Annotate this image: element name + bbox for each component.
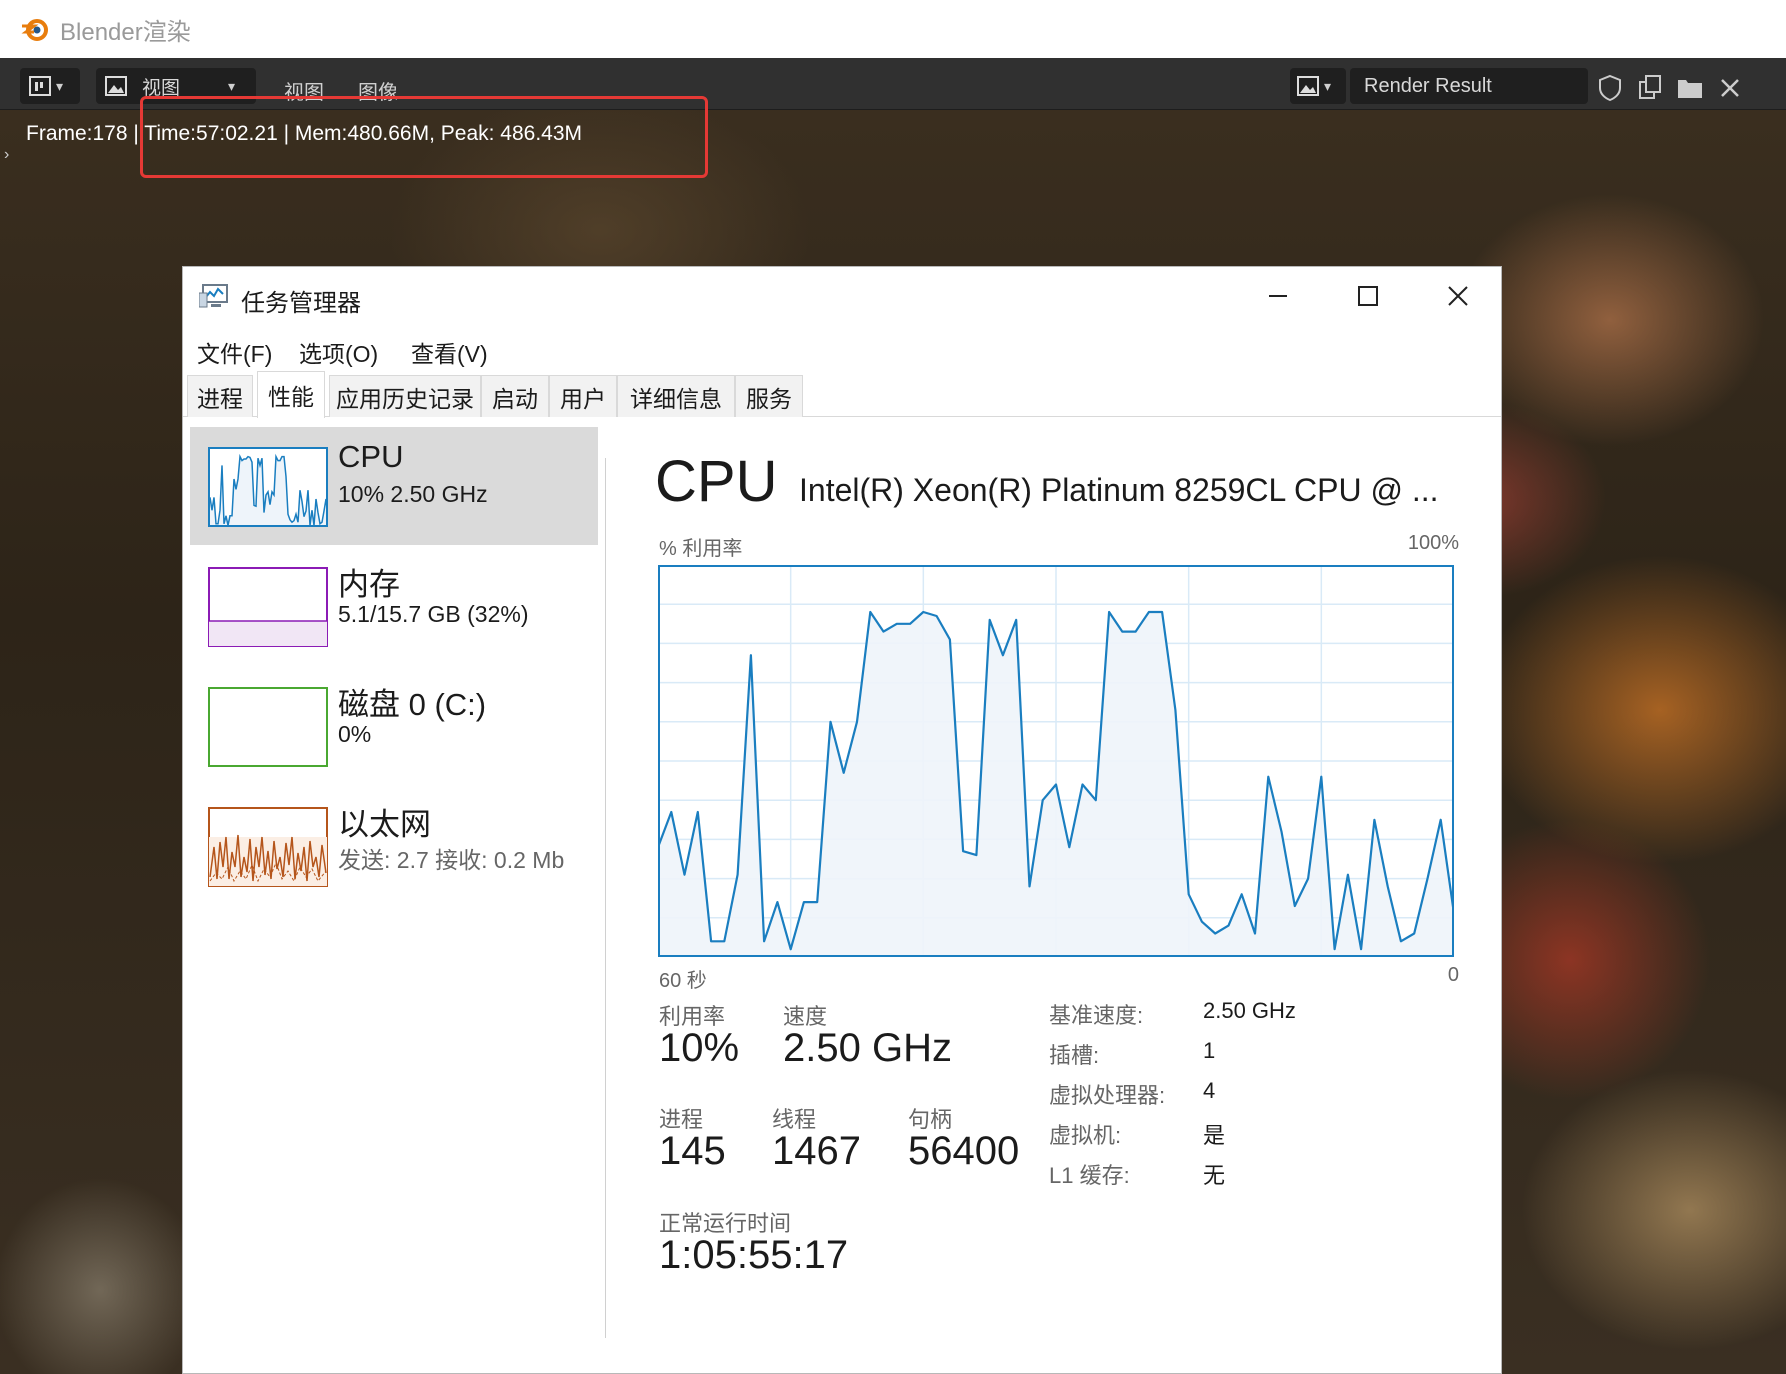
maximize-icon (1358, 286, 1378, 306)
editor-type-button[interactable]: ▾ (20, 68, 80, 104)
render-result-field[interactable]: Render Result (1350, 68, 1588, 104)
image-icon (105, 76, 127, 96)
panel-divider (605, 458, 606, 1338)
threads-value: 1467 (772, 1129, 861, 1173)
duplicate-icon[interactable] (1634, 72, 1666, 104)
graph-y-label: % 利用率 (659, 538, 743, 560)
handles-value: 56400 (908, 1129, 1020, 1173)
chevron-down-icon: ▾ (56, 77, 64, 94)
sidebar-item-memory[interactable]: 内存 5.1/15.7 GB (32%) (190, 547, 598, 665)
tab-app-history[interactable]: 应用历史记录 (329, 375, 481, 417)
task-manager-titlebar: 任务管理器 (183, 267, 1501, 325)
sockets-value: 1 (1203, 1038, 1216, 1063)
cpu-model-name: Intel(R) Xeon(R) Platinum 8259CL CPU @ .… (799, 472, 1439, 508)
sidebar-item-ethernet[interactable]: 以太网 发送: 2.7 接收: 0.2 Mb (190, 787, 598, 905)
sidebar-item-title: 以太网 (338, 807, 431, 842)
shield-icon[interactable] (1594, 72, 1626, 104)
tab-startup[interactable]: 启动 (481, 375, 549, 417)
performance-panel: CPU 10% 2.50 GHz 内存 5.1/15.7 GB (32%) 磁盘… (183, 418, 1501, 1374)
cpu-heading: CPU (655, 449, 778, 514)
tab-bar: 进程 性能 应用历史记录 启动 用户 详细信息 服务 (183, 371, 1501, 418)
menu-view[interactable]: 查看(V) (411, 335, 488, 369)
virtual-processors-label: 虚拟处理器: (1049, 1083, 1166, 1108)
menu-file[interactable]: 文件(F) (197, 335, 272, 369)
menu-bar: 文件(F) 选项(O) 查看(V) (183, 325, 1501, 369)
tab-services[interactable]: 服务 (735, 375, 803, 417)
sidebar-item-subtitle: 5.1/15.7 GB (32%) (338, 601, 529, 627)
virtual-machine-label: 虚拟机: (1049, 1123, 1122, 1148)
blender-titlebar: Blender渲染 (0, 0, 1786, 58)
graph-x-left-label: 60 秒 (659, 970, 707, 992)
processes-value: 145 (659, 1129, 726, 1173)
uptime-value: 1:05:55:17 (659, 1233, 849, 1277)
task-manager-title: 任务管理器 (241, 290, 361, 317)
cpu-utilization-graph (658, 565, 1454, 957)
sidebar-item-subtitle: 10% 2.50 GHz (338, 481, 488, 507)
render-image-selector[interactable]: ▾ (1290, 68, 1346, 104)
sidebar-item-subtitle: 0% (338, 721, 372, 747)
tab-users[interactable]: 用户 (549, 375, 617, 417)
chevron-right-icon[interactable]: › (4, 146, 9, 164)
sidebar-item-subtitle: 发送: 2.7 接收: 0.2 Mb (338, 847, 565, 873)
graph-x-right-label: 0 (1447, 964, 1459, 986)
base-speed-value: 2.50 GHz (1203, 998, 1296, 1023)
l1-cache-label: L1 缓存: (1049, 1163, 1130, 1188)
menu-options[interactable]: 选项(O) (299, 335, 378, 369)
task-manager-window: 任务管理器 文件(F) 选项(O) 查看(V) 进程 性能 应用历史记录 启动 … (182, 266, 1502, 1374)
base-speed-label: 基准速度: (1049, 1003, 1144, 1028)
utilization-value: 10% (659, 1026, 740, 1070)
memory-thumbnail-graph (208, 567, 328, 647)
tab-processes[interactable]: 进程 (187, 375, 253, 417)
chevron-down-icon: ▾ (1324, 77, 1332, 94)
sockets-label: 插槽: (1049, 1043, 1100, 1068)
close-button[interactable] (1413, 267, 1503, 325)
close-icon[interactable] (1714, 72, 1746, 104)
sidebar-item-title: 磁盘 0 (C:) (338, 687, 487, 722)
image-icon (1297, 76, 1319, 96)
cpu-thumbnail-graph (208, 447, 328, 527)
minimize-icon (1269, 295, 1287, 297)
chevron-down-icon: ▾ (228, 77, 236, 94)
virtual-processors-value: 4 (1203, 1078, 1216, 1103)
task-manager-icon (199, 284, 228, 308)
blender-window-title: Blender渲染 (60, 18, 191, 46)
close-icon (1448, 286, 1468, 306)
minimize-button[interactable] (1233, 267, 1323, 325)
annotation-highlight-box (140, 96, 708, 178)
tab-details[interactable]: 详细信息 (617, 375, 735, 417)
maximize-button[interactable] (1323, 267, 1413, 325)
speed-value: 2.50 GHz (783, 1026, 952, 1070)
graph-y-max-label: 100% (1407, 532, 1459, 554)
sidebar-item-title: 内存 (338, 567, 400, 602)
sidebar-item-cpu[interactable]: CPU 10% 2.50 GHz (190, 427, 598, 545)
ethernet-thumbnail-graph (208, 807, 328, 887)
render-result-name: Render Result (1364, 74, 1492, 97)
tab-performance[interactable]: 性能 (257, 371, 325, 418)
disk-thumbnail-graph (208, 687, 328, 767)
image-editor-icon (29, 76, 51, 96)
folder-icon[interactable] (1674, 72, 1706, 104)
l1-cache-value: 无 (1203, 1163, 1226, 1188)
blender-logo-icon (21, 19, 48, 41)
virtual-machine-value: 是 (1203, 1123, 1226, 1148)
sidebar-item-disk[interactable]: 磁盘 0 (C:) 0% (190, 667, 598, 785)
sidebar-item-title: CPU (338, 439, 404, 474)
